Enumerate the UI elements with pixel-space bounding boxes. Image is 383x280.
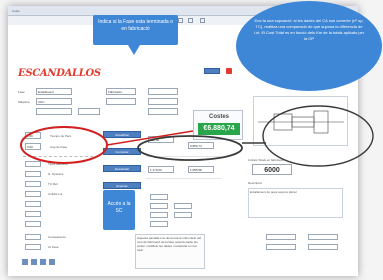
row2-field-a[interactable] [106, 98, 136, 105]
top-callout-pointer [128, 45, 140, 55]
unitats-label: Unitats Totals en fabricació [248, 158, 284, 162]
left-row-label-1: Tiempo de Paro [50, 134, 72, 138]
left-box-callout: Accés a la SC [103, 190, 135, 230]
left-input-2[interactable]: 3,00 [25, 143, 41, 150]
mid-gridline-2 [146, 178, 221, 179]
mid-gridline-1 [146, 156, 221, 157]
right-bottom-field-1[interactable] [266, 234, 296, 240]
maquina-label: Màquina [18, 100, 30, 104]
top-callout: Indica si la Fase esta terminada o en fa… [93, 15, 178, 45]
top-close-icon[interactable] [226, 68, 232, 74]
app-logo: ESCANDALLOS [18, 68, 101, 79]
toolbar-icon-8[interactable] [178, 18, 183, 23]
fase-select[interactable]: Entallament [36, 88, 72, 95]
left-input-7[interactable] [25, 201, 41, 207]
right-callout-text: Ens fa una suposició: si les dades del C… [253, 18, 365, 41]
mid-low-field-4[interactable] [150, 221, 168, 227]
mid-button-2[interactable]: Comparar [103, 148, 141, 155]
row3-field-a[interactable] [36, 108, 72, 115]
right-bottom-field-3[interactable] [308, 234, 338, 240]
notes-text: Aquesta pantalla ens dona tota la inform… [137, 236, 202, 252]
top-callout-text: Indica si la Fase esta terminada o en fa… [98, 19, 173, 32]
mid-value-3[interactable]: 1.170,00 [148, 166, 174, 173]
left-bottom-label-2: Ut Fase [48, 245, 59, 249]
nav-prev-icon[interactable] [31, 259, 37, 265]
status-field[interactable] [148, 88, 178, 95]
row3-field-b[interactable] [78, 108, 100, 115]
diagram-area [253, 96, 348, 146]
right-bottom-field-2[interactable] [266, 244, 296, 250]
left-input-5[interactable] [25, 181, 41, 187]
nav-first-icon[interactable] [22, 259, 28, 265]
costs-total: €6.880,74 [198, 123, 240, 135]
mid-value-4[interactable]: 1.085,58 [188, 166, 214, 173]
part-drawing [258, 110, 344, 134]
desc-box: Entallament de peça segons plànol [248, 188, 343, 218]
nav-next-icon[interactable] [40, 259, 46, 265]
maquina-select[interactable]: CNC [36, 98, 72, 105]
costs-title: Costes [208, 114, 229, 120]
toolbar-icon-9[interactable] [188, 18, 193, 23]
right-bottom-field-4[interactable] [308, 244, 338, 250]
row3-field-c[interactable] [148, 108, 178, 115]
left-bottom-input-1[interactable] [25, 234, 41, 240]
costs-box: Costes €6.880,74 [193, 110, 243, 140]
left-bottom-input-2[interactable] [25, 244, 41, 250]
left-row-label-2: Cap de Fase [50, 145, 68, 149]
left-input-6[interactable] [25, 191, 41, 197]
unitats-field[interactable]: 6000 [252, 164, 292, 175]
left-row-label-3: Tipus Màquina [48, 162, 68, 166]
desc-label: Descripció [248, 181, 263, 185]
left-row-label-4: N. Operaris [48, 172, 64, 176]
top-action-button[interactable] [204, 68, 220, 74]
right-callout: Ens fa una suposició: si les dades del C… [236, 1, 382, 91]
left-bottom-label-1: Conseqüents [48, 235, 66, 239]
mid-value-2[interactable]: 6.880,74 [188, 142, 214, 149]
mid-low-field-5[interactable] [174, 203, 192, 209]
desc-text: Entallament de peça segons plànol [250, 190, 297, 194]
left-input-8[interactable] [25, 211, 41, 217]
window-title: Costs [12, 9, 20, 13]
left-row-label-5: TC Ref. [48, 182, 59, 186]
left-input-4[interactable] [25, 171, 41, 177]
mid-low-field-2[interactable] [150, 203, 168, 209]
left-row-label-6: Unitats Lot [48, 192, 63, 196]
left-input-9[interactable] [25, 221, 41, 227]
left-divider [23, 156, 93, 157]
mid-low-field-6[interactable] [174, 212, 192, 218]
row2-field-b[interactable] [148, 98, 178, 105]
mid-low-field-3[interactable] [150, 212, 168, 218]
mid-value-1[interactable]: 102,00 [148, 136, 174, 143]
mid-button-1[interactable]: Actualitzar [103, 131, 141, 138]
mid-button-4[interactable]: Exportar [103, 182, 141, 189]
mid-low-field-1[interactable] [150, 194, 168, 200]
nav-last-icon[interactable] [49, 259, 55, 265]
left-box-callout-text: Accés a la SC [107, 201, 131, 214]
notes-box: Aquesta pantalla ens dona tota la inform… [135, 234, 205, 269]
tipus-select[interactable]: Fabricació [106, 88, 136, 95]
toolbar-icon-10[interactable] [200, 18, 205, 23]
fase-label: Fase [18, 90, 25, 94]
left-input-3[interactable] [25, 161, 41, 167]
mid-button-3[interactable]: Recalcular [103, 165, 141, 172]
left-input-1[interactable]: 2,00 [25, 132, 41, 139]
